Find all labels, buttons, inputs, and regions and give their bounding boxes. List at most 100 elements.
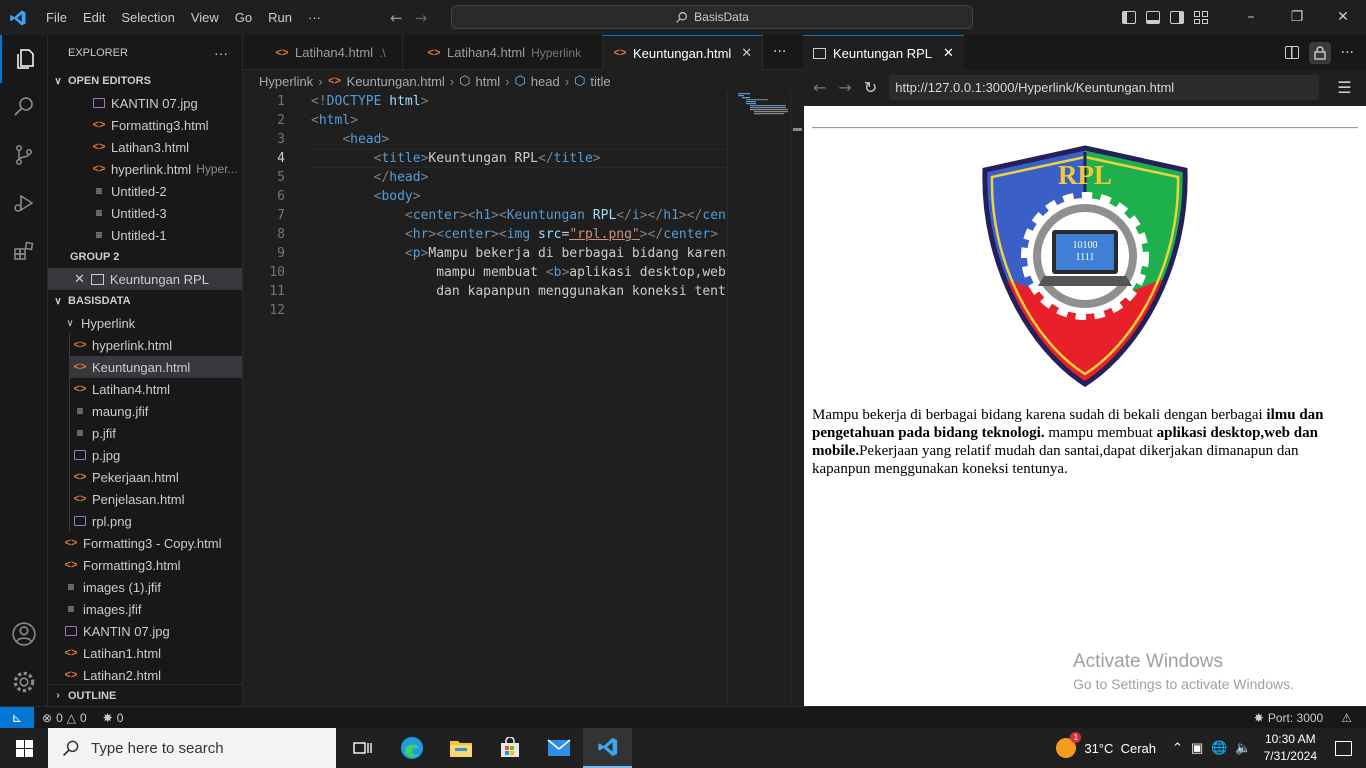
file-item[interactable]: <> Formatting3 - Copy.html [48, 532, 242, 554]
scrollbar-thumb[interactable] [793, 128, 802, 131]
file-item[interactable]: KANTIN 07.jpg [48, 620, 242, 642]
explorer-activity[interactable] [0, 35, 48, 83]
minimap[interactable] [727, 92, 790, 706]
open-editors-section[interactable]: ∨ OPEN EDITORS [48, 70, 242, 92]
mail-app[interactable] [534, 728, 583, 768]
file-item[interactable]: <> hyperlink.html [70, 334, 242, 356]
split-editor-icon[interactable] [1284, 46, 1299, 59]
menu-run[interactable]: Run [260, 0, 300, 35]
file-item[interactable]: <> Latihan3.html [48, 136, 242, 158]
forward-arrow-icon[interactable]: → [838, 78, 851, 97]
notifications-bell-icon[interactable]: ⚠ [1341, 711, 1352, 725]
extensions-activity[interactable] [0, 227, 48, 275]
live-server-port[interactable]: ✸ Port: 3000 [1254, 711, 1323, 725]
preview-tab[interactable]: Keuntungan RPL ✕ [803, 35, 964, 70]
restore-button[interactable]: ❐ [1274, 0, 1320, 35]
close-icon[interactable]: ✕ [741, 45, 752, 61]
code-editor[interactable]: 1 2 3 4 5 6 7 8 9 10 11 12 <!DOCTYPE html> <html> <… [243, 92, 727, 706]
menu-edit[interactable]: Edit [75, 0, 113, 35]
file-item[interactable]: ≡ maung.jfif [70, 400, 242, 422]
camera-icon[interactable]: ▣ [1191, 740, 1203, 756]
ports-indicator[interactable]: ✸ 0 [103, 711, 124, 725]
vscode-app[interactable] [583, 728, 632, 768]
notification-center-icon[interactable] [1335, 740, 1352, 756]
file-item[interactable]: <> Penjelasan.html [70, 488, 242, 510]
file-item[interactable]: <> Latihan2.html [48, 664, 242, 686]
file-item[interactable]: <> hyperlink.html Hyper... [48, 158, 242, 180]
file-name: Latihan2.html [83, 667, 162, 683]
file-item[interactable]: <> Pekerjaan.html [70, 466, 242, 488]
outline-section[interactable]: › OUTLINE [48, 684, 242, 706]
edge-app[interactable] [387, 728, 436, 768]
manage-activity[interactable] [0, 658, 48, 706]
file-item[interactable]: <> Keuntungan.html [70, 356, 242, 378]
reload-icon[interactable]: ↻ [864, 78, 877, 97]
menu-selection[interactable]: Selection [113, 0, 182, 35]
editor-scrollbar[interactable] [790, 92, 803, 706]
file-item[interactable]: ≡ Untitled-2 [48, 180, 242, 202]
close-icon[interactable]: ✕ [74, 271, 85, 287]
clock[interactable]: 10:30 AM 7/31/2024 [1264, 731, 1317, 765]
file-item[interactable]: <> Latihan4.html [70, 378, 242, 400]
customize-layout-icon[interactable] [1194, 11, 1208, 24]
minimize-button[interactable]: – [1228, 0, 1274, 35]
speaker-muted-icon[interactable]: 🔈 [1235, 740, 1251, 756]
url-input[interactable]: http://127.0.0.1:3000/Hyperlink/Keuntung… [889, 75, 1320, 100]
store-app[interactable] [485, 728, 534, 768]
file-item[interactable]: <> Formatting3.html [48, 554, 242, 576]
start-button[interactable] [0, 728, 48, 768]
folder-hyperlink[interactable]: ∨ Hyperlink [48, 312, 242, 334]
toggle-panel-icon[interactable] [1146, 11, 1160, 24]
menu-more[interactable]: ··· [300, 0, 329, 35]
workspace-section[interactable]: ∨ BASISDATA [48, 290, 242, 312]
weather-widget[interactable]: 1 31°C Cerah [1056, 732, 1156, 758]
file-item[interactable]: ≡ Untitled-1 [48, 224, 242, 246]
file-item[interactable]: ≡ Untitled-3 [48, 202, 242, 224]
close-window-button[interactable]: ✕ [1320, 0, 1366, 35]
tab-latihan4-hyperlink[interactable]: <> Latihan4.html Hyperlink [403, 35, 603, 70]
toggle-secondary-sidebar-icon[interactable] [1170, 11, 1184, 24]
back-arrow-icon[interactable]: ← [390, 9, 403, 27]
close-icon[interactable]: ✕ [943, 45, 954, 61]
file-item[interactable]: rpl.png [70, 510, 242, 532]
lock-icon[interactable] [1308, 41, 1331, 64]
file-item[interactable]: <> Formatting3.html [48, 114, 242, 136]
remote-indicator-icon[interactable]: ⊾ [0, 706, 34, 729]
explorer-more-button[interactable]: ··· [214, 45, 228, 61]
tabs-more-button[interactable]: ··· [763, 35, 786, 69]
file-item[interactable]: p.jpg [70, 444, 242, 466]
breadcrumb-title[interactable]: title [590, 74, 610, 89]
search-activity[interactable] [0, 83, 48, 131]
breadcrumb-html[interactable]: html [476, 74, 501, 89]
tab-keuntungan[interactable]: <> Keuntungan.html ✕ [603, 35, 763, 70]
menu-view[interactable]: View [183, 0, 227, 35]
file-item[interactable]: ≡ images (1).jfif [48, 576, 242, 598]
breadcrumb-head[interactable]: head [531, 74, 560, 89]
back-arrow-icon[interactable]: ← [813, 78, 826, 97]
file-item[interactable]: ≡ p.jfif [70, 422, 242, 444]
taskbar-search[interactable]: Type here to search [48, 728, 336, 768]
problems-indicator[interactable]: ⊗ 0 △ 0 [42, 711, 87, 725]
forward-arrow-icon[interactable]: → [415, 9, 428, 27]
command-center-search[interactable]: BasisData [451, 5, 973, 29]
menu-file[interactable]: File [38, 0, 75, 35]
file-item[interactable]: KANTIN 07.jpg [48, 92, 242, 114]
breadcrumb-file[interactable]: Keuntungan.html [347, 74, 445, 89]
file-item[interactable]: ≡ images.jfif [48, 598, 242, 620]
network-globe-icon[interactable]: 🌐 [1211, 740, 1227, 756]
file-explorer-app[interactable] [436, 728, 485, 768]
menu-go[interactable]: Go [227, 0, 260, 35]
tab-latihan4-root[interactable]: <> Latihan4.html .\ [243, 35, 403, 70]
toggle-sidebar-icon[interactable] [1122, 11, 1136, 24]
chevron-up-icon[interactable]: ⌃ [1172, 740, 1183, 756]
run-debug-activity[interactable] [0, 179, 48, 227]
task-view-button[interactable] [338, 728, 387, 768]
breadcrumb-folder[interactable]: Hyperlink [259, 74, 313, 89]
menu-icon[interactable]: ☰ [1337, 78, 1351, 97]
group2-item[interactable]: ✕ Keuntungan RPL [48, 268, 242, 290]
more-actions-icon[interactable]: ··· [1341, 45, 1354, 61]
source-control-activity[interactable] [0, 131, 48, 179]
accounts-activity[interactable] [0, 610, 48, 658]
file-item[interactable]: <> Latihan1.html [48, 642, 242, 664]
group2-header[interactable]: GROUP 2 [48, 246, 242, 268]
